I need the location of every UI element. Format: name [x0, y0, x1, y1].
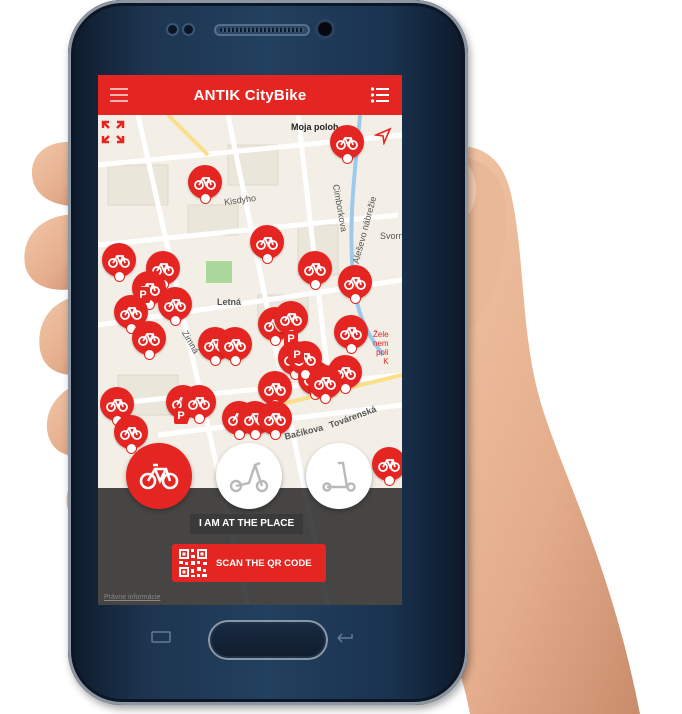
bicycle-icon [188, 397, 210, 410]
bicycle-icon [264, 383, 286, 396]
bike-station-pin[interactable] [308, 365, 342, 404]
list-icon[interactable] [370, 86, 390, 104]
scan-qr-button[interactable]: SCAN THE QR CODE [172, 544, 326, 582]
bicycle-icon [120, 427, 142, 440]
bicycle-icon [378, 459, 400, 472]
bicycle-icon [224, 339, 246, 352]
bike-station-pin[interactable] [298, 251, 332, 290]
bike-station-pin[interactable] [258, 401, 292, 440]
bike-station-pin[interactable] [188, 165, 222, 204]
bicycle-icon [194, 177, 216, 190]
scan-qr-label: SCAN THE QR CODE [216, 557, 312, 569]
kick-bike-mode-button[interactable] [216, 443, 282, 509]
bicycle-icon [164, 299, 186, 312]
sensor-dot [184, 25, 193, 34]
home-button[interactable] [208, 620, 328, 660]
bike-station-pin[interactable] [338, 265, 372, 304]
earpiece-speaker [214, 24, 310, 36]
poi-label: Žele nem poli K [373, 330, 389, 366]
bike-station-pin[interactable] [158, 287, 192, 326]
bike-station-pin[interactable] [330, 125, 364, 164]
sensor-dot [168, 25, 177, 34]
bike-station-pin[interactable] [274, 301, 308, 340]
hamburger-icon[interactable] [110, 88, 128, 102]
bicycle-icon [344, 277, 366, 290]
bike-station-pin[interactable] [250, 225, 284, 264]
compass-arrow-icon[interactable] [374, 127, 392, 145]
bicycle-icon [108, 255, 130, 268]
bicycle-icon [138, 333, 160, 346]
at-place-label[interactable]: I AM AT THE PLACE [190, 514, 304, 534]
bike-station-pin[interactable] [334, 315, 368, 354]
bike-station-pin[interactable] [102, 243, 136, 282]
bicycle-icon [304, 263, 326, 276]
bike-station-pin[interactable] [258, 371, 292, 410]
legal-info-link[interactable]: Právne informácie [104, 594, 160, 601]
parking-icon[interactable]: P [136, 287, 150, 303]
parking-icon[interactable]: P [284, 331, 298, 347]
bike-station-pin[interactable] [372, 447, 402, 486]
bicycle-icon [336, 137, 358, 150]
bicycle-icon [139, 463, 179, 490]
bike-station-pin[interactable] [218, 327, 252, 366]
kick-bike-icon [229, 461, 269, 493]
parking-icon[interactable]: P [174, 408, 188, 424]
scooter-mode-button[interactable] [306, 443, 372, 509]
app-header: ANTIK CityBike [98, 75, 402, 115]
bicycle-icon [340, 327, 362, 340]
back-icon[interactable] [334, 630, 356, 644]
my-location-label: Moja poloh [291, 122, 339, 132]
bicycle-icon [264, 413, 286, 426]
bicycle-icon [120, 307, 142, 320]
bicycle-icon [314, 377, 336, 390]
street-label: Letná [217, 297, 242, 307]
app-title: ANTIK CityBike [193, 86, 307, 104]
bike-station-pin[interactable] [114, 415, 148, 454]
qr-code-icon [178, 548, 208, 578]
bicycle-icon [106, 399, 128, 412]
scooter-icon [322, 461, 356, 492]
street-label: Svorn [380, 231, 402, 241]
bike-station-pin[interactable] [132, 321, 166, 360]
recent-apps-icon[interactable] [150, 630, 172, 644]
app-screen: Moja poloh Letná Továrenská Bačíkova Kis… [98, 75, 402, 605]
expand-icon[interactable] [100, 119, 126, 145]
bike-mode-button[interactable] [126, 443, 192, 509]
parking-icon[interactable]: P [290, 347, 304, 363]
front-camera [318, 22, 332, 36]
bicycle-icon [280, 313, 302, 326]
bicycle-icon [256, 237, 278, 250]
